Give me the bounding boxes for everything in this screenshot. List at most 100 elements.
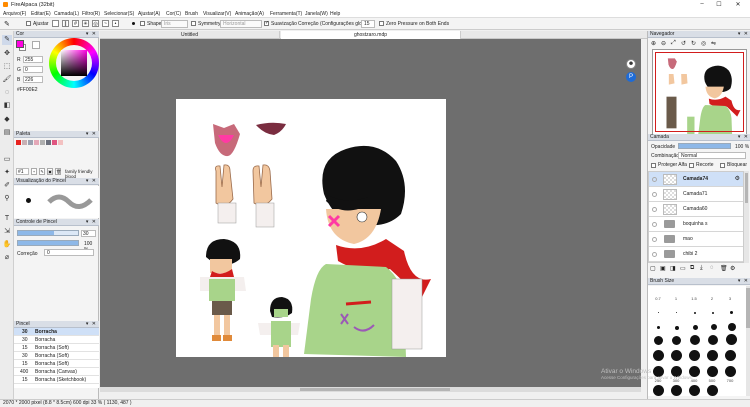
tab-ghostzaro[interactable]: ghostzaro.mdp [281, 31, 461, 39]
palette-select[interactable]: #1 [16, 168, 29, 175]
protect-alpha-checkbox[interactable] [651, 163, 656, 168]
layer-row[interactable]: Camada74 ⚙ [649, 172, 743, 187]
layer-row[interactable]: Camada71 [649, 187, 743, 202]
b-value-field[interactable]: 226 [23, 76, 43, 83]
brush-size-dot[interactable] [676, 312, 677, 313]
delete-layer-icon[interactable]: 🗑 [720, 265, 728, 272]
fill-tool-icon[interactable]: ◆ [2, 115, 12, 125]
snap-point-icon[interactable]: • [112, 20, 119, 27]
brush-size-dot[interactable] [730, 311, 733, 314]
menu-item-help[interactable]: Help [330, 11, 340, 17]
bluesky-sync-icon[interactable]: ☻ [626, 59, 636, 69]
menu-item-layer[interactable]: Camada(L) [54, 11, 79, 17]
brush-size-dot[interactable] [693, 325, 698, 330]
select-tool-icon[interactable]: ⬚ [2, 62, 12, 72]
brush-size-dot[interactable] [658, 312, 659, 313]
brush-item[interactable]: 15 Borracha (Sketchbook) [14, 376, 99, 384]
navigator-rotate-right-icon[interactable]: ↻ [691, 40, 696, 47]
brush-size-dot[interactable] [726, 334, 737, 345]
menu-item-view[interactable]: Visualizar(V) [203, 11, 231, 17]
eyedropper-tool-icon[interactable]: ⌀ [2, 253, 12, 263]
brush-size-dot[interactable] [671, 350, 682, 361]
horizontal-scrollbar[interactable] [100, 387, 641, 392]
merge-layer-icon[interactable]: ⤓ [700, 265, 703, 272]
brush-size-dot[interactable] [675, 326, 679, 330]
clear-layer-icon[interactable]: ◌ [710, 265, 714, 271]
new-1bit-layer-icon[interactable]: ◨ [670, 265, 676, 272]
layer-row[interactable]: mao [649, 232, 743, 247]
palette-swatch[interactable] [34, 140, 39, 145]
navigator-viewport-frame[interactable] [655, 52, 744, 132]
close-button[interactable]: ✕ [730, 0, 746, 10]
eraser-tool-icon[interactable]: ◧ [2, 101, 12, 111]
blend-mode-select[interactable]: Normal [678, 152, 746, 159]
navigator-fit-icon[interactable]: ⤢ [671, 40, 676, 47]
palette-swatch[interactable] [28, 140, 33, 145]
snap-radial-icon[interactable]: ✳ [82, 20, 89, 27]
primary-color-swatch[interactable] [16, 40, 24, 48]
operation-tool-icon[interactable]: ⇲ [2, 227, 12, 237]
marquee-tool-icon[interactable]: ▭ [2, 155, 12, 165]
menu-item-adjust[interactable]: Ajustar(A) [138, 11, 160, 17]
brush-opacity-slider[interactable] [17, 240, 79, 246]
drawing-canvas[interactable] [176, 99, 446, 357]
new-8bit-layer-icon[interactable]: ▣ [660, 265, 666, 272]
brush-size-label[interactable]: 1 [668, 296, 684, 301]
snap-curve-icon[interactable]: ~ [102, 20, 109, 27]
menu-item-filter[interactable]: Filtro(R) [82, 11, 100, 17]
duplicate-layer-icon[interactable]: ⧉ [690, 265, 694, 272]
pen-icon[interactable]: ✎ [4, 20, 10, 28]
smoothing-checkbox[interactable]: ✓ [264, 21, 269, 26]
navigator-zoom-out-icon[interactable]: ⊖ [661, 40, 666, 47]
snap-cross-icon[interactable]: # [72, 20, 79, 27]
menu-item-animation[interactable]: Animação(A) [235, 11, 264, 17]
menu-item-tool[interactable]: Ferramenta(T) [270, 11, 302, 17]
menu-item-brush[interactable]: Brush [185, 11, 198, 17]
palette-swatch[interactable] [46, 140, 51, 145]
palette-swatch[interactable] [58, 140, 63, 145]
brush-correction-select[interactable]: 0 [44, 249, 94, 256]
palette-add-icon[interactable]: + [31, 168, 37, 175]
navigator-preview[interactable] [652, 49, 747, 135]
palette-edit-icon[interactable]: ✎ [39, 168, 45, 175]
pen-tool-icon[interactable]: ✎ [2, 35, 12, 45]
brush-size-dot[interactable] [672, 336, 681, 345]
brush-size-slider[interactable] [17, 230, 79, 236]
brush-item[interactable]: 30 Borracha [14, 336, 99, 344]
snap-off-icon[interactable] [52, 20, 59, 27]
brush-size-dot[interactable] [711, 324, 717, 330]
symmetry-checkbox[interactable] [191, 21, 196, 26]
minimize-button[interactable]: – [695, 0, 709, 10]
layer-row[interactable]: Camada60 [649, 202, 743, 217]
new-folder-icon[interactable]: ▭ [680, 265, 686, 272]
brush-size-label[interactable]: 2 [704, 296, 720, 301]
select-pen-tool-icon[interactable]: ✐ [2, 181, 12, 191]
correction-select[interactable]: 15 [361, 20, 375, 28]
layer-opacity-slider[interactable] [678, 143, 731, 149]
r-value-field[interactable]: 255 [23, 56, 43, 63]
shape-select[interactable]: Iris [161, 20, 188, 28]
brush-item[interactable]: 30 Borracha (Soft) [14, 352, 99, 360]
brush-size-scrollbar[interactable] [746, 286, 750, 396]
hand-tool-icon[interactable]: ✋ [2, 240, 12, 250]
brush-item[interactable]: 400 Borracha (Canvas) [14, 368, 99, 376]
palette-save-icon[interactable]: ▣ [47, 168, 53, 175]
snap-parallel-icon[interactable]: ∥ [62, 20, 69, 27]
visibility-icon[interactable] [652, 192, 657, 197]
brush-size-dot[interactable] [653, 350, 664, 361]
brush-size-dot[interactable] [712, 312, 714, 314]
shape-checkbox[interactable] [140, 21, 145, 26]
saturation-value-square[interactable] [61, 50, 87, 76]
clipping-checkbox[interactable] [689, 163, 694, 168]
menu-item-edit[interactable]: Editar(E) [31, 11, 51, 17]
brush-item[interactable]: 15 Borracha (Soft) [14, 344, 99, 352]
canvas-viewport[interactable]: ☻ P [100, 39, 641, 392]
brush-size-dot[interactable] [694, 312, 696, 314]
tab-untitled[interactable]: Untitled [100, 31, 280, 39]
brush-size-dot[interactable] [725, 350, 736, 361]
brush-size-scroll-thumb[interactable] [746, 288, 750, 328]
adjust-checkbox[interactable] [26, 21, 31, 26]
brush-size-dot[interactable] [690, 335, 700, 345]
navigator-zoom-in-icon[interactable]: ⊕ [651, 40, 656, 47]
palette-swatch[interactable] [40, 140, 45, 145]
